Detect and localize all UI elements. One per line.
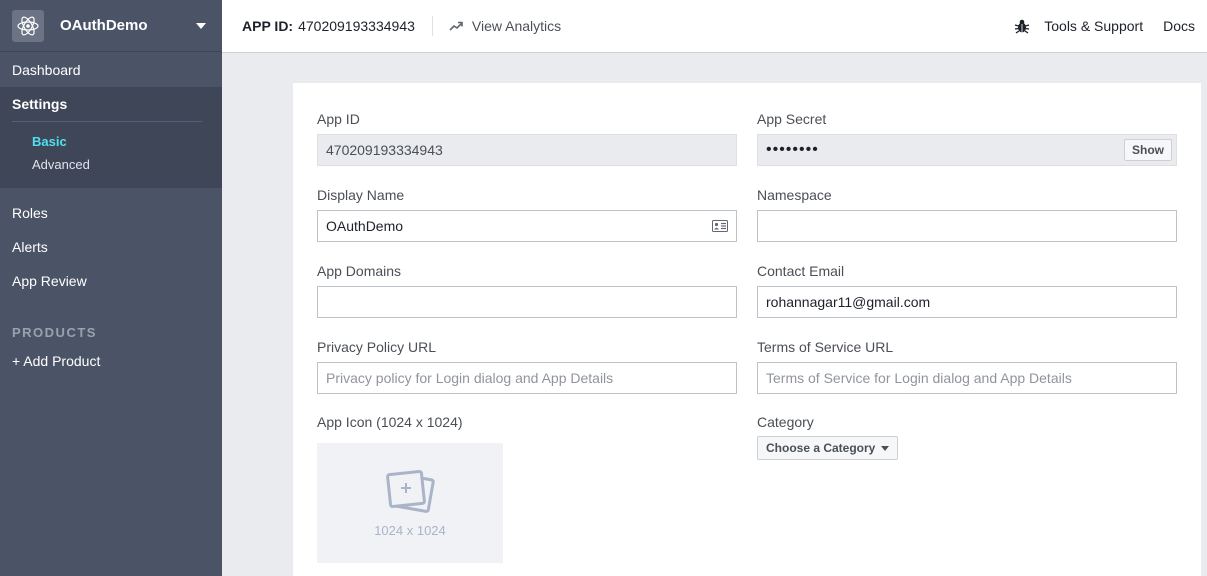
products-section-title: PRODUCTS	[12, 325, 97, 340]
topbar-right: Tools & Support Docs	[1014, 18, 1207, 34]
namespace-input[interactable]	[757, 210, 1177, 242]
chevron-down-icon	[196, 22, 206, 29]
category-field: Category Choose a Category	[757, 413, 1177, 460]
top-bar: APP ID: 470209193334943 View Analytics T…	[222, 0, 1207, 53]
contact-email-field-label: Contact Email	[757, 263, 845, 279]
app-id-value: 470209193334943	[298, 18, 415, 34]
display-name-field-label: Display Name	[317, 187, 405, 203]
contact-card-icon	[712, 220, 728, 232]
display-name-input[interactable]: OAuthDemo	[317, 210, 737, 242]
app-id-field-label: App ID	[317, 111, 360, 127]
sidebar-item-roles[interactable]: Roles	[0, 196, 222, 230]
sidebar-item-alerts[interactable]: Alerts	[0, 230, 222, 264]
contact-email-input-value: rohannagar11@gmail.com	[766, 294, 931, 310]
display-name-input-value: OAuthDemo	[326, 218, 404, 234]
view-analytics-label: View Analytics	[471, 18, 562, 34]
terms-of-service-input[interactable]: Terms of Service for Login dialog and Ap…	[757, 362, 1177, 394]
tools-support-link[interactable]: Tools & Support	[1014, 18, 1143, 34]
app-switcher[interactable]: OAuthDemo	[0, 0, 222, 52]
app-secret-input: •••••••• Show	[757, 134, 1177, 166]
app-domains-field: App Domains	[317, 262, 737, 318]
display-name-field: Display Name OAuthDemo	[317, 186, 737, 242]
add-product-link[interactable]: + Add Product	[0, 344, 222, 378]
privacy-policy-field-label: Privacy Policy URL	[317, 339, 437, 355]
chevron-down-icon	[881, 445, 890, 451]
tools-support-label: Tools & Support	[1044, 18, 1144, 34]
terms-of-service-field-label: Terms of Service URL	[757, 339, 894, 355]
basic-settings-card: App ID 470209193334943 App Secret ••••••…	[293, 83, 1201, 576]
app-name: OAuthDemo	[60, 17, 148, 34]
app-id-input-value: 470209193334943	[326, 142, 443, 158]
terms-of-service-placeholder: Terms of Service for Login dialog and Ap…	[766, 370, 1072, 386]
app-id-field: App ID 470209193334943	[317, 110, 737, 166]
view-analytics-link[interactable]: View Analytics	[449, 18, 561, 34]
show-secret-button[interactable]: Show	[1124, 139, 1172, 161]
app-secret-field: App Secret •••••••• Show	[757, 110, 1177, 166]
photo-add-icon	[386, 469, 435, 513]
subnav-item-basic[interactable]: Basic	[0, 130, 222, 153]
trend-arrow-icon	[449, 21, 463, 31]
app-domains-field-label: App Domains	[317, 263, 402, 279]
divider	[431, 16, 433, 36]
react-atom-icon	[12, 9, 44, 42]
app-icon-dimensions: 1024 x 1024	[374, 522, 446, 538]
contact-email-input[interactable]: rohannagar11@gmail.com	[757, 286, 1177, 318]
docs-link[interactable]: Docs	[1163, 18, 1195, 34]
bug-icon	[1015, 19, 1030, 34]
namespace-field: Namespace	[757, 186, 1177, 242]
sidebar-item-dashboard[interactable]: Dashboard	[0, 53, 222, 87]
app-icon-upload[interactable]: 1024 x 1024	[317, 443, 503, 563]
app-icon-field-label: App Icon (1024 x 1024)	[317, 414, 463, 430]
category-select-value: Choose a Category	[766, 441, 876, 455]
privacy-policy-placeholder: Privacy policy for Login dialog and App …	[326, 370, 614, 386]
app-icon-field: App Icon (1024 x 1024) 1024 x 1024	[317, 413, 737, 563]
sidebar-item-settings[interactable]: Settings	[0, 87, 222, 121]
privacy-policy-field: Privacy Policy URL Privacy policy for Lo…	[317, 338, 737, 394]
app-secret-field-label: App Secret	[757, 111, 827, 127]
settings-section: Settings Basic Advanced	[0, 87, 222, 188]
sidebar-item-app-review[interactable]: App Review	[0, 264, 222, 298]
sidebar: OAuthDemo Dashboard Settings Basic Advan…	[0, 0, 222, 576]
app-domains-input[interactable]	[317, 286, 737, 318]
settings-subnav: Basic Advanced	[0, 122, 222, 176]
app-id-label: APP ID:	[242, 18, 294, 34]
contact-email-field: Contact Email rohannagar11@gmail.com	[757, 262, 1177, 318]
terms-of-service-field: Terms of Service URL Terms of Service fo…	[757, 338, 1177, 394]
category-select[interactable]: Choose a Category	[757, 436, 899, 460]
namespace-field-label: Namespace	[757, 187, 832, 203]
subnav-item-advanced[interactable]: Advanced	[0, 153, 222, 176]
app-id-input: 470209193334943	[317, 134, 737, 166]
app-secret-masked-value: ••••••••	[766, 141, 819, 158]
privacy-policy-input[interactable]: Privacy policy for Login dialog and App …	[317, 362, 737, 394]
category-field-label: Category	[757, 414, 814, 430]
